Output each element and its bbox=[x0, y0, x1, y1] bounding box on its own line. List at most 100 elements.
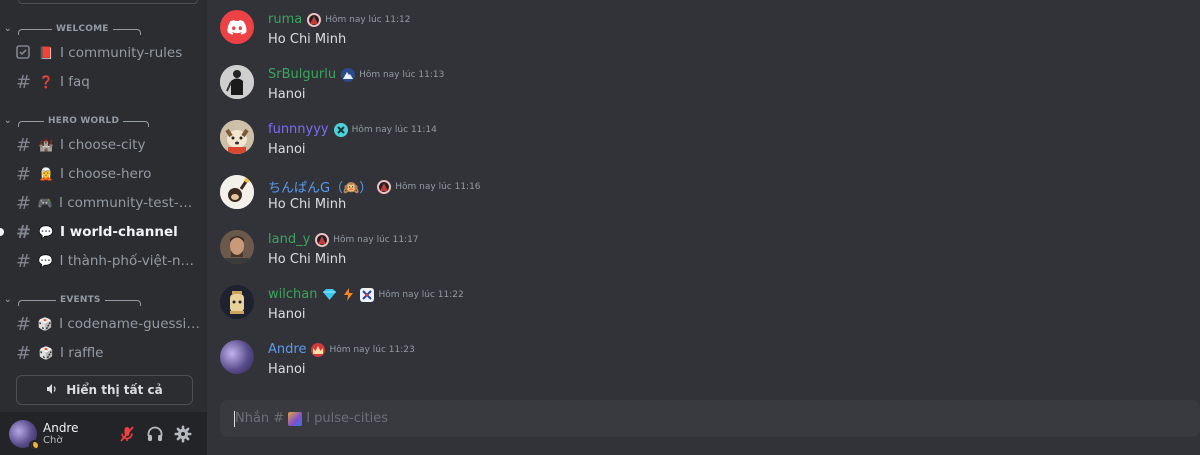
role-badge-icon bbox=[315, 232, 330, 247]
crossed-swords-badge-icon bbox=[360, 287, 375, 302]
user-avatar[interactable] bbox=[220, 120, 254, 154]
user-status: Chờ bbox=[43, 435, 63, 446]
chevron-down-icon: ⌄ bbox=[4, 295, 12, 305]
hash-icon: # bbox=[16, 342, 32, 364]
hash-icon: # bbox=[16, 250, 32, 272]
channel-label: I world-channel bbox=[60, 224, 178, 240]
category-label: HERO WORLD bbox=[48, 116, 120, 126]
discord-avatar[interactable] bbox=[220, 10, 254, 44]
message[interactable]: funnnyyy Hôm nay lúc 11:14 Hanoi bbox=[207, 120, 1200, 170]
dice-emoji-icon: 🎲 bbox=[38, 346, 54, 360]
speech-bubble-emoji-icon: 💬 bbox=[38, 254, 54, 268]
channel-label: I codename-guessing bbox=[59, 316, 200, 332]
city-emoji-icon bbox=[288, 411, 303, 426]
message-timestamp: Hôm nay lúc 11:14 bbox=[351, 124, 437, 135]
category-events[interactable]: ⌄ EVENTS bbox=[0, 290, 141, 310]
message-content: Ho Chi Minh bbox=[268, 252, 347, 267]
category-welcome[interactable]: ⌄ WELCOME bbox=[0, 19, 141, 39]
suited-figure-avatar-icon bbox=[220, 65, 254, 99]
message-content: Hanoi bbox=[268, 307, 306, 322]
message[interactable]: wilchan Hôm nay lúc 11:22 Hanoi bbox=[207, 285, 1200, 335]
channel-label: I choose-hero bbox=[60, 166, 152, 182]
user-avatar[interactable] bbox=[9, 419, 40, 451]
channel-label: I choose-city bbox=[60, 137, 146, 153]
man-portrait-avatar-icon bbox=[220, 230, 254, 264]
chevron-down-icon: ⌄ bbox=[4, 116, 12, 126]
show-all-button[interactable]: Hiển thị tất cả bbox=[16, 375, 193, 405]
crossed-badge-icon bbox=[333, 122, 348, 137]
message-input[interactable]: Nhắn # I pulse-cities bbox=[220, 400, 1200, 437]
user-avatar[interactable] bbox=[220, 230, 254, 264]
message-author[interactable]: funnnyyy bbox=[268, 122, 329, 137]
rules-checkbox-icon bbox=[16, 43, 38, 64]
message[interactable]: land_y Hôm nay lúc 11:17 Ho Chi Minh bbox=[207, 230, 1200, 280]
question-emoji-icon: ❓ bbox=[38, 75, 54, 89]
castle-emoji-icon: 🏰 bbox=[38, 138, 54, 152]
message-author[interactable]: ruma bbox=[268, 12, 302, 27]
hash-icon: # bbox=[16, 163, 32, 185]
hash-icon: # bbox=[16, 313, 32, 335]
message-author[interactable]: land_y bbox=[268, 232, 310, 247]
placeholder-channel: I pulse-cities bbox=[306, 411, 388, 426]
chevron-down-icon: ⌄ bbox=[4, 24, 12, 34]
show-all-label: Hiển thị tất cả bbox=[66, 383, 163, 397]
message-author[interactable]: Andre bbox=[268, 342, 306, 357]
message-timestamp: Hôm nay lúc 11:13 bbox=[359, 69, 445, 80]
divider bbox=[18, 0, 198, 4]
app-window: ⌄ WELCOME 📕 I community-rules # ❓ I faq … bbox=[0, 0, 1200, 455]
message-content: Hanoi bbox=[268, 362, 306, 377]
user-avatar[interactable] bbox=[220, 285, 254, 319]
message-content: Ho Chi Minh bbox=[268, 197, 347, 212]
message-timestamp: Hôm nay lúc 11:16 bbox=[395, 181, 481, 192]
channel-choose-hero[interactable]: # 🧝 I choose-hero bbox=[8, 160, 200, 188]
role-badge-icon bbox=[377, 179, 392, 194]
message[interactable]: ruma Hôm nay lúc 11:12 Ho Chi Minh bbox=[207, 10, 1200, 60]
channel-label: I community-rules bbox=[60, 45, 183, 61]
gear-icon bbox=[174, 425, 192, 442]
channel-choose-city[interactable]: # 🏰 I choose-city bbox=[8, 131, 200, 159]
message-content: Hanoi bbox=[268, 142, 306, 157]
discord-logo-icon bbox=[227, 19, 247, 35]
gem-badge-icon bbox=[322, 288, 336, 302]
message-timestamp: Hôm nay lúc 11:22 bbox=[378, 289, 464, 300]
placeholder-prefix: Nhắn # bbox=[235, 411, 285, 426]
unread-indicator bbox=[0, 228, 4, 236]
channel-list[interactable]: ⌄ WELCOME 📕 I community-rules # ❓ I faq … bbox=[0, 0, 207, 412]
message[interactable]: ちんぱんG（🙉） Hôm nay lúc 11:16 Ho Chi Minh bbox=[207, 175, 1200, 225]
channel-thanh-pho-viet-nam[interactable]: # 💬 I thành-phố-việt-nam bbox=[8, 247, 200, 275]
message[interactable]: Andre Hôm nay lúc 11:23 Hanoi bbox=[207, 340, 1200, 390]
message[interactable]: SrBulgurlu Hôm nay lúc 11:13 Hanoi bbox=[207, 65, 1200, 115]
user-settings-button[interactable] bbox=[169, 420, 197, 448]
lightning-badge-icon bbox=[341, 288, 355, 302]
hash-icon: # bbox=[16, 221, 32, 243]
user-avatar[interactable] bbox=[220, 175, 254, 209]
idle-status-icon bbox=[29, 439, 40, 451]
hash-icon: # bbox=[16, 71, 32, 93]
channel-label: I thành-phố-việt-nam bbox=[59, 253, 200, 269]
message-author[interactable]: wilchan bbox=[268, 287, 317, 302]
lantern-avatar-icon bbox=[220, 285, 254, 319]
mute-microphone-button[interactable] bbox=[113, 420, 141, 448]
channel-faq[interactable]: # ❓ I faq bbox=[8, 68, 200, 96]
channel-raffle[interactable]: # 🎲 I raffle bbox=[8, 339, 200, 367]
category-hero-world[interactable]: ⌄ HERO WORLD bbox=[0, 111, 150, 131]
channel-label: I raffle bbox=[60, 345, 104, 361]
message-author[interactable]: SrBulgurlu bbox=[268, 67, 336, 82]
mic-muted-icon bbox=[120, 425, 134, 442]
user-avatar[interactable] bbox=[220, 65, 254, 99]
book-emoji-icon: 📕 bbox=[38, 46, 54, 60]
channel-world-channel[interactable]: # 💬 I world-channel bbox=[8, 218, 200, 246]
hero-emoji-icon: 🧝 bbox=[38, 167, 54, 181]
deafen-button[interactable] bbox=[141, 420, 169, 448]
channel-label: I community-test-di... bbox=[58, 195, 200, 211]
channel-community-rules[interactable]: 📕 I community-rules bbox=[8, 39, 200, 67]
user-panel: Andre Chờ bbox=[0, 412, 207, 455]
channel-sidebar: ⌄ WELCOME 📕 I community-rules # ❓ I faq … bbox=[0, 0, 207, 455]
message-author[interactable]: ちんぱんG（🙉） bbox=[268, 177, 372, 196]
hash-icon: # bbox=[16, 134, 32, 156]
user-avatar[interactable] bbox=[220, 340, 254, 374]
channel-community-test[interactable]: # 🎮 I community-test-di... bbox=[8, 189, 200, 217]
message-timestamp: Hôm nay lúc 11:23 bbox=[329, 344, 415, 355]
channel-codename-guessing[interactable]: # 🎲 I codename-guessing bbox=[8, 310, 200, 338]
speaker-icon bbox=[46, 383, 58, 398]
